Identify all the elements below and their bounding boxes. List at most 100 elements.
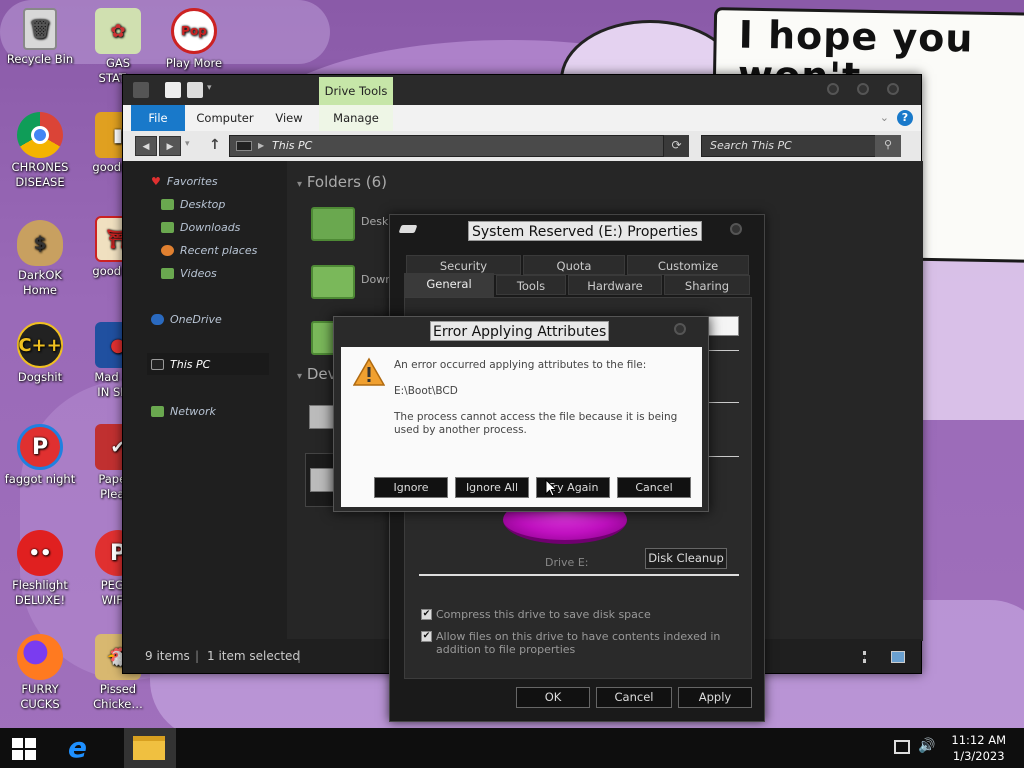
volume-icon[interactable]: 🔊	[918, 738, 935, 754]
nav-desktop[interactable]: Desktop	[161, 198, 225, 211]
internet-explorer-icon[interactable]: e	[68, 734, 100, 762]
refresh-button[interactable]: ⟳	[663, 135, 689, 157]
forward-button[interactable]: ▶	[159, 136, 181, 156]
details-view-icon[interactable]	[863, 651, 877, 663]
tab-security[interactable]: Security	[406, 255, 521, 275]
index-checkbox[interactable]: ✔ Allow files on this drive to have cont…	[421, 630, 739, 656]
nav-favorites[interactable]: ♥ Favorites	[151, 175, 218, 188]
downloads-folder-icon	[161, 222, 174, 233]
tab-manage[interactable]: Manage	[319, 105, 393, 131]
window-menu-icon[interactable]	[133, 82, 149, 98]
desktop-icon-darkok-home[interactable]: $ DarkOK Home	[0, 220, 80, 298]
maximize-button[interactable]	[857, 83, 869, 95]
desktop-icon-recycle-bin[interactable]: 🗑 Recycle Bin	[0, 8, 80, 67]
nav-downloads[interactable]: Downloads	[161, 221, 240, 234]
tab-general[interactable]: General	[404, 273, 494, 297]
desktop-icon-label: CHRONES DISEASE	[11, 160, 69, 189]
nav-videos[interactable]: Videos	[161, 267, 217, 280]
help-icon[interactable]: ?	[897, 110, 913, 126]
nav-this-pc[interactable]: This PC	[147, 353, 269, 375]
tab-computer[interactable]: Computer	[193, 105, 257, 131]
folders-heading-label: Folders (6)	[306, 173, 387, 191]
tab-hardware[interactable]: Hardware	[568, 275, 662, 295]
desktop-icon-faggot-night[interactable]: P faggot night	[0, 424, 80, 487]
properties-quick-icon[interactable]	[165, 82, 181, 98]
new-folder-quick-icon[interactable]	[187, 82, 203, 98]
status-item-count: 9 items	[145, 649, 190, 663]
network-tray-icon[interactable]	[894, 740, 910, 754]
nav-onedrive[interactable]: OneDrive	[151, 313, 222, 326]
desktop-icon-label: Play More	[165, 56, 223, 70]
tab-view[interactable]: View	[265, 105, 313, 131]
desktop-folder-tile[interactable]	[311, 207, 355, 241]
search-icon[interactable]: ⚲	[875, 135, 901, 157]
navigation-bar: ◀ ▶ ▾ ↑ ▶ This PC ⟳ Search This PC ⚲	[123, 131, 921, 161]
tab-file[interactable]: File	[131, 105, 185, 131]
tab-tools[interactable]: Tools	[496, 275, 566, 295]
ok-button[interactable]: OK	[516, 687, 590, 708]
error-file-path: E:\Boot\BCD	[394, 385, 458, 397]
nav-recent-places[interactable]: Recent places	[161, 244, 257, 257]
desktop-icon-label: faggot night	[4, 472, 76, 486]
explorer-titlebar[interactable]: ▾ Drive Tools	[123, 75, 921, 105]
nav-onedrive-label: OneDrive	[170, 313, 222, 326]
clock-date: 1/3/2023	[952, 749, 1005, 763]
quick-access-dropdown-icon[interactable]: ▾	[207, 83, 212, 93]
heart-icon: ♥	[151, 175, 161, 188]
desktop-icon-fleshlight[interactable]: •• Fleshlight DELUXE!	[0, 530, 80, 608]
status-divider: |	[297, 649, 302, 663]
nav-network[interactable]: Network	[151, 405, 216, 418]
navigation-pane: ♥ Favorites Desktop Downloads Recent pla…	[123, 161, 287, 641]
this-pc-icon	[151, 358, 164, 370]
error-cancel-button[interactable]: Cancel	[617, 477, 691, 498]
recent-places-icon	[161, 245, 174, 256]
large-icons-view-icon[interactable]	[891, 651, 905, 663]
ignore-button[interactable]: Ignore	[374, 477, 448, 498]
downloads-folder-tile[interactable]	[311, 265, 355, 299]
clock[interactable]: 11:12 AM 1/3/2023	[951, 732, 1006, 764]
properties-title: System Reserved (E:) Properties	[468, 221, 702, 241]
ribbon: File Computer View Manage ⌄ ?	[123, 105, 921, 131]
desktop-icon-play-more[interactable]: Pop Play More	[154, 8, 234, 71]
money-bag-icon: $	[17, 220, 63, 266]
apply-button[interactable]: Apply	[678, 687, 752, 708]
desktop-icon-label: Pissed Chicke…	[93, 682, 143, 711]
desktop-icon-dogshit[interactable]: C++ Dogshit	[0, 322, 80, 385]
folders-heading[interactable]: ▾ Folders (6)	[297, 173, 387, 191]
drive-title-icon	[398, 225, 418, 233]
devices-heading[interactable]: ▾ Dev	[297, 365, 336, 383]
back-button[interactable]: ◀	[135, 136, 157, 156]
compress-checkbox[interactable]: ✔ Compress this drive to save disk space	[421, 608, 739, 621]
error-message-line1: An error occurred applying attributes to…	[394, 359, 647, 371]
videos-folder-icon	[161, 268, 174, 279]
breadcrumb-chevron-icon[interactable]: ▶	[258, 136, 264, 156]
ribbon-expand-icon[interactable]: ⌄	[880, 111, 889, 124]
desktop-icon-label: Fleshlight DELUXE!	[12, 578, 68, 607]
error-close-button[interactable]	[674, 323, 686, 335]
tab-sharing[interactable]: Sharing	[664, 275, 750, 295]
warning-icon	[353, 357, 385, 386]
nav-network-label: Network	[170, 405, 216, 418]
disk-cleanup-button[interactable]: Disk Cleanup	[645, 548, 727, 569]
tab-quota[interactable]: Quota	[523, 255, 625, 275]
ignore-all-button[interactable]: Ignore All	[455, 477, 529, 498]
address-bar[interactable]: ▶ This PC	[229, 135, 689, 157]
cancel-button[interactable]: Cancel	[596, 687, 672, 708]
status-selection: 1 item selected	[207, 649, 301, 663]
recent-locations-icon[interactable]: ▾	[185, 139, 190, 149]
minimize-button[interactable]	[827, 83, 839, 95]
properties-close-button[interactable]	[730, 223, 742, 235]
tab-customize[interactable]: Customize	[627, 255, 749, 275]
nav-this-pc-label: This PC	[170, 357, 211, 371]
desktop-icon-chrome[interactable]: CHRONES DISEASE	[0, 112, 80, 190]
folder-label-desktop[interactable]: Desk	[361, 215, 388, 228]
up-arrow-icon[interactable]: ↑	[209, 137, 221, 153]
start-button[interactable]	[12, 738, 38, 760]
close-button[interactable]	[887, 83, 899, 95]
index-label: Allow files on this drive to have conten…	[436, 630, 721, 656]
folder-label-downloads[interactable]: Down	[361, 273, 392, 286]
taskbar-explorer-button[interactable]	[124, 728, 176, 768]
desktop-icon-firefox[interactable]: FURRY CUCKS	[0, 634, 80, 712]
mouse-cursor-icon	[545, 479, 557, 497]
search-input[interactable]: Search This PC	[701, 135, 901, 157]
